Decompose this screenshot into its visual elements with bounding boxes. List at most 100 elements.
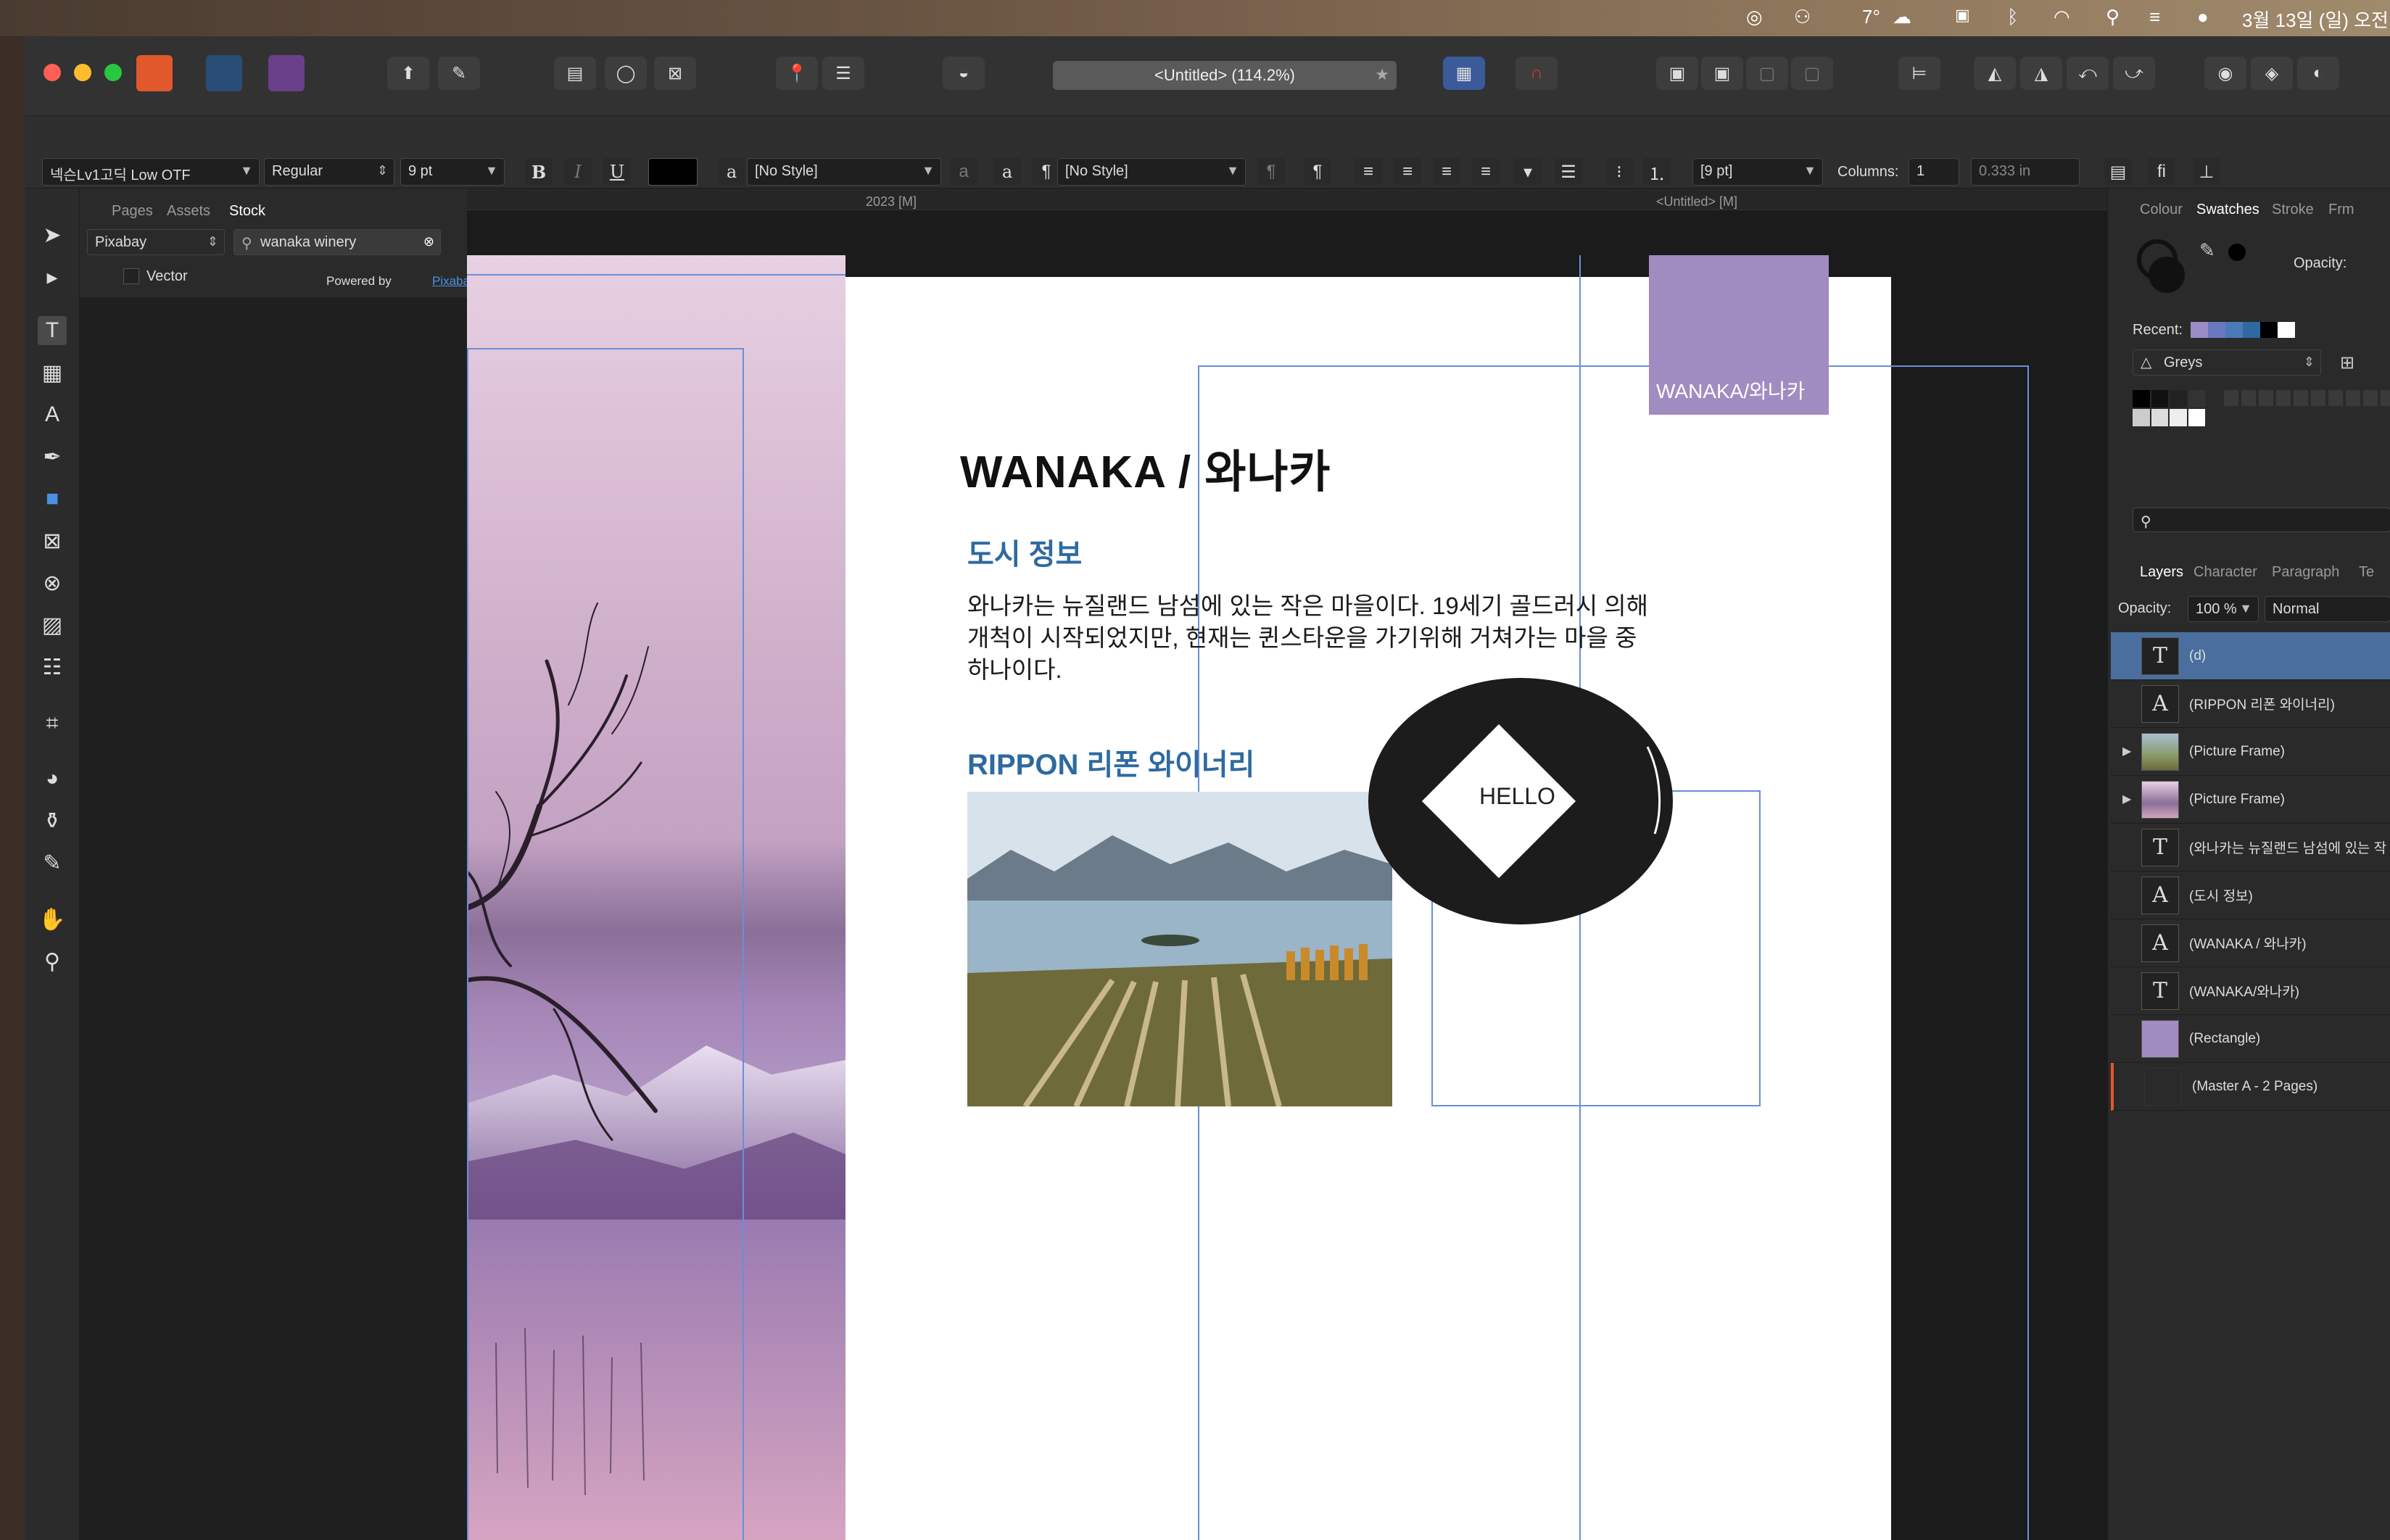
palette-select[interactable]: △ Greys ⇕ (2133, 349, 2321, 376)
section-heading-rippon[interactable]: RIPPON 리폰 와이너리 (967, 741, 1254, 783)
text-wrap-icon[interactable]: ☰ (822, 57, 864, 90)
creative-cloud-icon[interactable]: ◎ (1746, 6, 1763, 28)
photo-persona-icon[interactable] (268, 55, 305, 91)
justify-icon[interactable]: ≡ (1472, 158, 1500, 186)
recent-swatch[interactable] (2243, 322, 2260, 338)
align-right-icon[interactable]: ≡ (1433, 158, 1460, 186)
move-back-icon[interactable]: ▢ (1746, 57, 1788, 90)
wifi-icon[interactable]: ◠ (2054, 6, 2070, 28)
zoom-button[interactable] (104, 64, 122, 81)
text-frame-tool-icon[interactable]: T (38, 316, 67, 345)
tab-stroke[interactable]: Stroke (2272, 202, 2314, 218)
layer-row[interactable]: ▶ (Picture Frame) (2111, 728, 2390, 776)
pin-icon[interactable]: 📍 (776, 57, 818, 90)
layer-row[interactable]: A (WANAKA / 와나카) (2111, 919, 2390, 967)
close-button[interactable] (44, 64, 61, 81)
layer-row[interactable]: A (도시 정보) (2111, 872, 2390, 919)
glasses-icon[interactable]: ⚇ (1794, 6, 1811, 28)
align-left-icon[interactable]: ≡ (1355, 158, 1382, 186)
clear-search-icon[interactable]: ⊗ (423, 234, 434, 249)
tab-text[interactable]: Te (2359, 564, 2374, 581)
font-size-field[interactable]: 9 pt ▼ (400, 158, 505, 186)
fill-tool-icon[interactable]: ⚱ (38, 806, 67, 835)
flip-vertical-icon[interactable]: ◮ (2020, 57, 2062, 90)
pen-tool-icon[interactable]: ✒ (38, 442, 67, 471)
clear-char-style-icon[interactable]: a (950, 158, 977, 186)
flag-icon[interactable]: ▣ (1955, 6, 1970, 25)
tab-layers[interactable]: Layers (2140, 564, 2183, 581)
assistant-icon[interactable]: ✎ (438, 57, 480, 90)
picture-frame-ellipse-icon[interactable]: ⊗ (38, 568, 67, 597)
swatch-view-icon[interactable]: ⊞ (2340, 352, 2354, 373)
expand-arrow-icon[interactable]: ▶ (2122, 744, 2131, 758)
ligature-icon[interactable]: fi (2148, 158, 2175, 186)
snapping-magnet-icon[interactable]: ∩ (1516, 57, 1558, 90)
stock-source-select[interactable]: Pixabay ⇕ (87, 229, 225, 255)
frame-mode-icon[interactable]: ⊠ (654, 57, 696, 90)
view-mode-icon[interactable]: ◯ (605, 57, 647, 90)
move-forward-icon[interactable]: ▣ (1701, 57, 1743, 90)
align-center-icon[interactable]: ≡ (1394, 158, 1421, 186)
section-heading-city-info[interactable]: 도시 정보 (967, 531, 1082, 573)
layer-row[interactable]: T (와나카는 뉴질랜드 남섬에 있는 작 (2111, 824, 2390, 872)
tab-colour[interactable]: Colour (2140, 202, 2183, 218)
tab-pages[interactable]: Pages (112, 203, 153, 220)
layer-row[interactable]: ▶ (Picture Frame) (2111, 776, 2390, 824)
minimize-button[interactable] (74, 64, 91, 81)
artistic-text-tool-icon[interactable]: A (38, 400, 67, 429)
leading-field[interactable]: [9 pt] ▼ (1692, 158, 1823, 186)
temperature[interactable]: 7° (1862, 6, 1880, 28)
apply-para-style-icon[interactable]: ¶ (1304, 158, 1331, 186)
document-title[interactable]: <Untitled> (114.2%) ★ (1053, 61, 1397, 90)
winery-picture-frame[interactable] (967, 792, 1392, 1106)
layer-row[interactable]: T (WANAKA/와나카) (2111, 967, 2390, 1015)
clock[interactable]: 3월 13일 (일) 오전 (2242, 6, 2389, 33)
spotlight-icon[interactable]: ⚲ (2106, 6, 2120, 28)
move-to-front-icon[interactable]: ▣ (1656, 57, 1698, 90)
siri-icon[interactable]: ● (2197, 6, 2209, 28)
stock-results-area[interactable] (80, 297, 467, 1540)
left-page-image[interactable] (467, 255, 845, 1540)
grey-swatch-grid[interactable] (2133, 390, 2205, 426)
vertical-align-icon[interactable]: ☰ (1555, 158, 1582, 186)
fill-color-well[interactable] (2149, 257, 2185, 293)
paragraph-style-select[interactable]: [No Style] ▼ (1057, 158, 1246, 186)
swatch-search-input[interactable]: ⚲ (2133, 508, 2390, 532)
eyedropper-icon[interactable]: ✎ (38, 848, 67, 877)
layer-row[interactable]: A (RIPPON 리폰 와이너리) (2111, 680, 2390, 728)
hand-tool-icon[interactable]: ✋ (38, 905, 67, 934)
cloud-icon[interactable]: ☁ (1893, 6, 1911, 28)
tab-swatches[interactable]: Swatches (2196, 202, 2259, 218)
rotate-right-icon[interactable]: ⤻ (2113, 57, 2155, 90)
font-family-select[interactable]: 넥슨Lv1고딕 Low OTF ▼ (42, 158, 260, 186)
add-shape-icon[interactable]: ◉ (2204, 57, 2246, 90)
layer-row[interactable]: (Master A - 2 Pages) (2111, 1063, 2390, 1111)
stock-search-input[interactable]: ⚲ wanaka winery ⊗ (233, 229, 441, 255)
tab-character[interactable]: Character (2193, 564, 2257, 581)
tab-assets[interactable]: Assets (167, 203, 210, 220)
recent-swatch[interactable] (2260, 322, 2278, 338)
section-tag-text[interactable]: WANAKA/와나카 (1656, 376, 1805, 405)
table-tool-icon[interactable]: ▦ (38, 358, 67, 387)
expand-arrow-icon[interactable]: ▶ (2122, 792, 2131, 806)
underline-button[interactable]: U (603, 158, 631, 186)
layers-opacity-field[interactable]: 100 % ▼ (2188, 596, 2259, 622)
flip-horizontal-icon[interactable]: ◭ (1974, 57, 2016, 90)
tab-stock[interactable]: Stock (229, 203, 265, 220)
recent-swatch[interactable] (2208, 322, 2225, 338)
blend-mode-select[interactable]: Normal (2265, 596, 2390, 622)
crop-tool-icon[interactable]: ⌗ (38, 709, 67, 738)
table-of-contents-icon[interactable]: ☷ (38, 653, 67, 682)
document-heading[interactable]: WANAKA / 와나카 (960, 435, 1331, 500)
baseline-grid-icon[interactable]: ▦ (1443, 57, 1485, 90)
text-frame-icon[interactable]: ▤ (2104, 158, 2132, 186)
canvas[interactable]: 2023 [M] <Untitled> [M] WANAKA/와나카 WANAK… (467, 189, 2107, 1540)
tab-paragraph[interactable]: Paragraph (2272, 564, 2339, 581)
clear-para-style-icon[interactable]: ¶ (1257, 158, 1285, 186)
recent-swatch[interactable] (2191, 322, 2208, 338)
designer-persona-icon[interactable] (206, 55, 242, 91)
subtract-shape-icon[interactable]: ◈ (2251, 57, 2293, 90)
color-picker-icon[interactable]: ◕ (38, 764, 67, 793)
recent-swatch[interactable] (2278, 322, 2295, 338)
layer-row[interactable]: T (d) (2111, 632, 2390, 680)
